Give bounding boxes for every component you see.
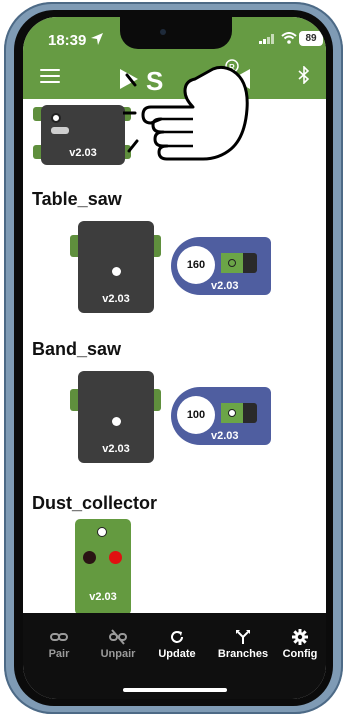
tool-version: v2.03 xyxy=(211,280,239,292)
tool-connector xyxy=(221,403,257,423)
module-version: v2.03 xyxy=(89,591,117,603)
module-led xyxy=(97,527,107,537)
pointing-hand-icon xyxy=(123,65,249,161)
on-indicator xyxy=(109,551,122,564)
controller-device[interactable]: v2.03 xyxy=(41,105,125,165)
section-dust-collector: Dust_collector v2.03 xyxy=(23,479,326,615)
link-icon xyxy=(50,633,68,641)
status-time: 18:39 xyxy=(48,32,87,49)
unlink-icon xyxy=(109,629,127,645)
tool-module[interactable]: 160 v2.03 xyxy=(171,237,271,295)
bluetooth-icon[interactable] xyxy=(298,66,310,84)
nav-label: Config xyxy=(282,648,318,660)
nav-label: Unpair xyxy=(100,648,136,660)
section-title: Table_saw xyxy=(32,189,122,209)
nav-label: Update xyxy=(158,648,196,660)
nav-pair[interactable]: Pair xyxy=(31,629,87,660)
camera-dot xyxy=(160,29,166,35)
app-screen: 18:39 89 S R v2.03 Table_saw v2.03 160 v… xyxy=(23,17,326,699)
hamburger-menu-icon[interactable] xyxy=(40,69,60,83)
tool-dial: 160 xyxy=(177,246,215,284)
nav-config[interactable]: Config xyxy=(273,629,326,660)
nav-branches[interactable]: Branches xyxy=(215,629,271,660)
tool-version: v2.03 xyxy=(211,430,239,442)
branches-icon xyxy=(236,630,250,644)
section-band-saw: Band_saw v2.03 100 v2.03 xyxy=(23,327,326,480)
controller-device[interactable]: v2.03 xyxy=(78,371,154,463)
controller-device[interactable]: v2.03 xyxy=(78,221,154,313)
dust-collector-module[interactable]: v2.03 xyxy=(75,519,131,615)
section-table-saw: Table_saw v2.03 160 v2.03 xyxy=(23,177,326,328)
nav-unpair[interactable]: Unpair xyxy=(90,629,146,660)
signal-icon xyxy=(259,34,274,44)
device-version: v2.03 xyxy=(102,293,130,305)
device-led xyxy=(51,113,61,123)
device-version: v2.03 xyxy=(102,443,130,455)
off-indicator xyxy=(83,551,96,564)
device-led xyxy=(112,267,121,276)
device-switch xyxy=(51,127,69,134)
section-title: Dust_collector xyxy=(32,493,158,513)
wifi-icon xyxy=(281,32,297,44)
nav-label: Branches xyxy=(217,648,269,660)
location-arrow-icon xyxy=(91,33,103,45)
device-led xyxy=(112,417,121,426)
section-title: Band_saw xyxy=(32,339,122,359)
gear-icon xyxy=(292,629,308,645)
bottom-nav: Pair Unpair Update Branches Config xyxy=(23,613,326,699)
nav-label: Pair xyxy=(48,648,70,660)
home-indicator xyxy=(123,688,227,692)
tool-connector xyxy=(221,253,257,273)
battery-indicator: 89 xyxy=(299,31,323,46)
refresh-icon xyxy=(171,631,183,643)
tool-module[interactable]: 100 v2.03 xyxy=(171,387,271,445)
nav-update[interactable]: Update xyxy=(149,629,205,660)
tool-dial: 100 xyxy=(177,396,215,434)
notch xyxy=(120,17,232,49)
device-version: v2.03 xyxy=(69,147,97,159)
